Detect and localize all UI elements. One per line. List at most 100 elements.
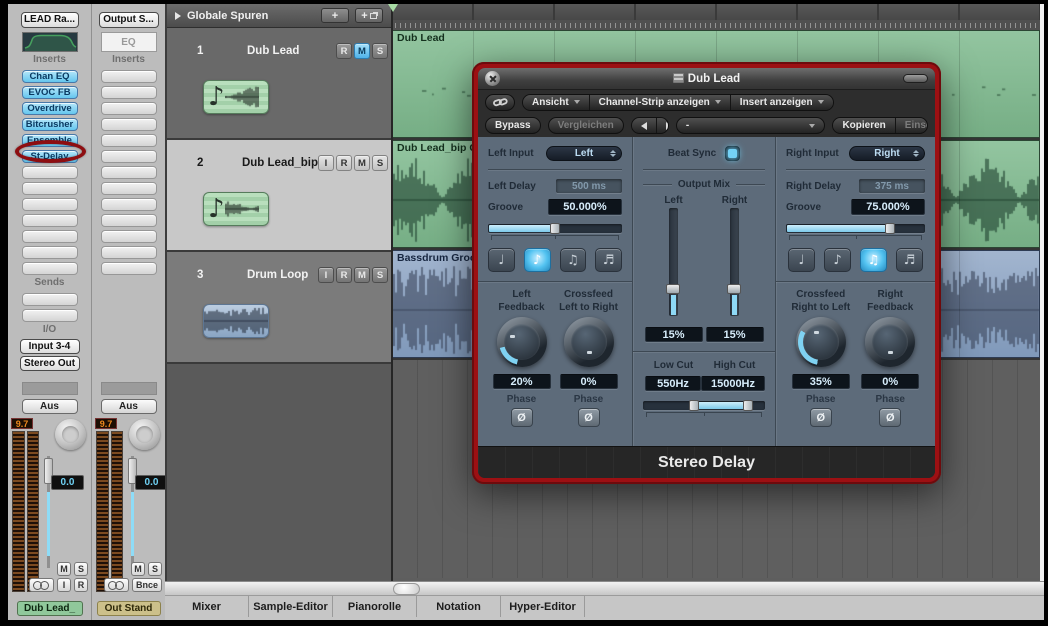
insert-slot-chan-eq[interactable]: Chan EQ	[22, 70, 78, 83]
quarter-note-button[interactable]: ♪	[824, 248, 851, 272]
track-name[interactable]: Drum Loop	[247, 269, 308, 281]
insert-slot-empty[interactable]	[101, 182, 157, 195]
strip-name-button[interactable]: LEAD Ra...	[21, 12, 79, 28]
crossfeed-rtl-value[interactable]: 35%	[792, 374, 850, 389]
automation-mode-button[interactable]: Aus	[22, 399, 78, 414]
input-monitor-button[interactable]: I	[57, 578, 71, 592]
menu-channel-strip-anzeigen[interactable]: Channel-Strip anzeigen	[590, 95, 731, 110]
solo-button[interactable]: S	[372, 155, 388, 171]
output-assign-button[interactable]: Stereo Out	[20, 356, 80, 371]
next-preset-button[interactable]	[657, 118, 669, 133]
volume-readout[interactable]: 0.0	[135, 475, 168, 490]
crossfeed-ltr-value[interactable]: 0%	[560, 374, 618, 389]
track-row-drum-loop[interactable]: 3 Drum Loop I R M S	[167, 252, 391, 364]
insert-slot-empty[interactable]	[101, 102, 157, 115]
insert-slot-empty[interactable]	[22, 230, 78, 243]
record-enable-button[interactable]: R	[74, 578, 88, 592]
left-input-select[interactable]: Left	[546, 146, 622, 161]
eighth-note-button[interactable]: ♫	[560, 248, 587, 272]
mute-button[interactable]: M	[131, 562, 145, 576]
bypass-button[interactable]: Bypass	[485, 117, 541, 134]
playhead-marker-icon[interactable]	[388, 4, 398, 12]
tab-mixer[interactable]: Mixer	[165, 596, 249, 617]
paste-setting-button[interactable]: Einsetzen	[896, 118, 928, 133]
send-slot-empty[interactable]	[22, 293, 78, 306]
insert-slot-empty[interactable]	[22, 182, 78, 195]
slider-handle[interactable]	[550, 223, 560, 234]
crossfeed-ltr-phase-button[interactable]: Ø	[578, 408, 600, 427]
tab-notation[interactable]: Notation	[417, 596, 501, 617]
sixteenth-note-button[interactable]: ♬	[595, 248, 622, 272]
insert-slot-empty[interactable]	[101, 214, 157, 227]
insert-slot-empty[interactable]	[22, 246, 78, 259]
mute-button[interactable]: M	[57, 562, 71, 576]
add-copy-track-button[interactable]: +	[355, 8, 383, 23]
insert-slot-empty[interactable]	[101, 70, 157, 83]
crossfeed-rtl-phase-button[interactable]: Ø	[810, 408, 832, 427]
left-groove-slider[interactable]	[488, 224, 622, 233]
high-cut-handle[interactable]	[743, 400, 753, 411]
track-name-label[interactable]: Out Stand	[97, 601, 161, 616]
right-groove-slider[interactable]	[786, 224, 925, 233]
tab-hyper-editor[interactable]: Hyper-Editor	[501, 596, 585, 617]
track-name-label[interactable]: Dub Lead_	[17, 601, 83, 616]
right-feedback-value[interactable]: 0%	[861, 374, 919, 389]
insert-slot-empty[interactable]	[22, 214, 78, 227]
insert-slot-empty[interactable]	[101, 86, 157, 99]
insert-slot-empty[interactable]	[101, 198, 157, 211]
solo-button[interactable]: S	[74, 562, 88, 576]
tab-pianorolle[interactable]: Pianorolle	[333, 596, 417, 617]
sixteenth-note-button[interactable]: ♬	[896, 248, 923, 272]
half-note-button[interactable]: ♩	[488, 248, 515, 272]
group-slot[interactable]	[101, 382, 157, 395]
left-feedback-knob[interactable]	[497, 317, 547, 367]
pan-knob[interactable]	[55, 419, 86, 450]
cut-range-slider[interactable]	[643, 401, 765, 410]
compare-button[interactable]: Vergleichen	[548, 117, 624, 134]
solo-button[interactable]: S	[372, 267, 388, 283]
crossfeed-rtl-knob[interactable]	[796, 317, 846, 367]
left-output-fader[interactable]	[669, 208, 678, 316]
quarter-note-button[interactable]: ♪	[524, 248, 551, 272]
track-row-dub-lead[interactable]: 1 Dub Lead R M S ♪	[167, 28, 391, 140]
record-enable-button[interactable]: R	[336, 155, 352, 171]
insert-slot-empty[interactable]	[101, 262, 157, 275]
insert-slot-empty[interactable]	[22, 166, 78, 179]
volume-readout[interactable]: 0.0	[51, 475, 84, 490]
record-enable-button[interactable]: R	[336, 43, 352, 59]
stereo-format-button[interactable]	[104, 578, 129, 592]
right-output-fader[interactable]	[730, 208, 739, 316]
track-name[interactable]: Dub Lead	[247, 45, 299, 57]
strip-name-button[interactable]: Output S...	[99, 12, 159, 28]
menu-insert-anzeigen[interactable]: Insert anzeigen	[731, 95, 833, 110]
scrollbar-thumb[interactable]	[393, 583, 420, 595]
group-slot[interactable]	[22, 382, 78, 395]
bounce-button[interactable]: Bnce	[132, 578, 162, 592]
menu-ansicht[interactable]: Ansicht	[523, 95, 590, 110]
half-note-button[interactable]: ♩	[788, 248, 815, 272]
beat-sync-checkbox[interactable]	[725, 146, 740, 161]
solo-button[interactable]: S	[148, 562, 162, 576]
input-assign-button[interactable]: Input 3-4	[20, 339, 80, 354]
insert-slot-empty[interactable]	[101, 166, 157, 179]
insert-slot-evoc-fb[interactable]: EVOC FB	[22, 86, 78, 99]
fader-handle[interactable]	[727, 284, 741, 294]
insert-slot-empty[interactable]	[101, 246, 157, 259]
global-tracks-header[interactable]: Globale Spuren + +	[167, 4, 391, 28]
bar-ruler[interactable]	[393, 4, 1040, 30]
automation-mode-button[interactable]: Aus	[101, 399, 157, 414]
insert-slot-empty[interactable]	[22, 198, 78, 211]
right-groove-value[interactable]: 75.000%	[851, 199, 925, 215]
tab-sample-editor[interactable]: Sample-Editor	[249, 596, 333, 617]
track-row-dub-lead-bip[interactable]: 2 Dub Lead_bip I R M S ♪	[167, 140, 391, 252]
insert-slot-overdrive[interactable]: Overdrive	[22, 102, 78, 115]
insert-slot-st-delay[interactable]: St-Delay	[22, 150, 78, 163]
eighth-note-button[interactable]: ♫	[860, 248, 887, 272]
insert-slot-ensemble[interactable]: Ensemble	[22, 134, 78, 147]
mute-button[interactable]: M	[354, 155, 370, 171]
crossfeed-ltr-knob[interactable]	[564, 317, 614, 367]
left-feedback-value[interactable]: 20%	[493, 374, 551, 389]
insert-slot-empty[interactable]	[101, 118, 157, 131]
insert-slot-bitcrusher[interactable]: Bitcrusher	[22, 118, 78, 131]
mute-button[interactable]: M	[354, 267, 370, 283]
